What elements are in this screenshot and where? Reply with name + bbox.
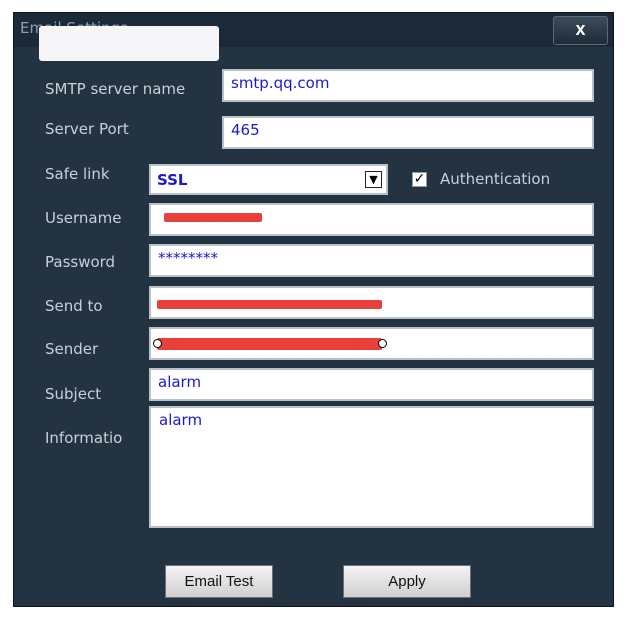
username-label: Username (45, 209, 122, 227)
password-input[interactable]: ******** (149, 244, 594, 277)
apply-button[interactable]: Apply (343, 565, 471, 598)
server-port-input[interactable]: 465 (222, 116, 594, 149)
authentication-checkbox[interactable]: ✓ (412, 172, 427, 187)
sender-redaction (157, 338, 382, 350)
server-port-label: Server Port (45, 120, 129, 138)
selection-handle-left[interactable] (153, 339, 162, 348)
send-to-label: Send to (45, 297, 103, 315)
title-redaction-box (39, 26, 219, 61)
information-label: Informatio (45, 429, 123, 447)
subject-label: Subject (45, 385, 102, 403)
password-label: Password (45, 253, 116, 271)
username-redaction (164, 213, 262, 222)
selection-handle-right[interactable] (378, 339, 387, 348)
smtp-server-input[interactable]: smtp.qq.com (222, 69, 594, 102)
safe-link-label: Safe link (45, 165, 110, 183)
close-button[interactable]: x (553, 16, 608, 45)
authentication-label: Authentication (440, 170, 551, 188)
checkmark-icon: ✓ (413, 171, 426, 187)
triangle-down-icon[interactable]: ▼ (365, 171, 382, 188)
smtp-server-label: SMTP server name (45, 80, 186, 98)
sender-label: Sender (45, 340, 99, 358)
send-to-redaction (157, 300, 382, 309)
email-test-button[interactable]: Email Test (165, 565, 273, 598)
safe-link-select[interactable]: SSL ▼ (149, 164, 388, 195)
email-settings-dialog: Email Settings x SMTP server name smtp.q… (13, 12, 614, 607)
information-textarea[interactable]: alarm (149, 406, 594, 528)
close-icon: x (575, 19, 586, 39)
subject-input[interactable]: alarm (149, 368, 594, 401)
safe-link-value: SSL (157, 171, 188, 189)
